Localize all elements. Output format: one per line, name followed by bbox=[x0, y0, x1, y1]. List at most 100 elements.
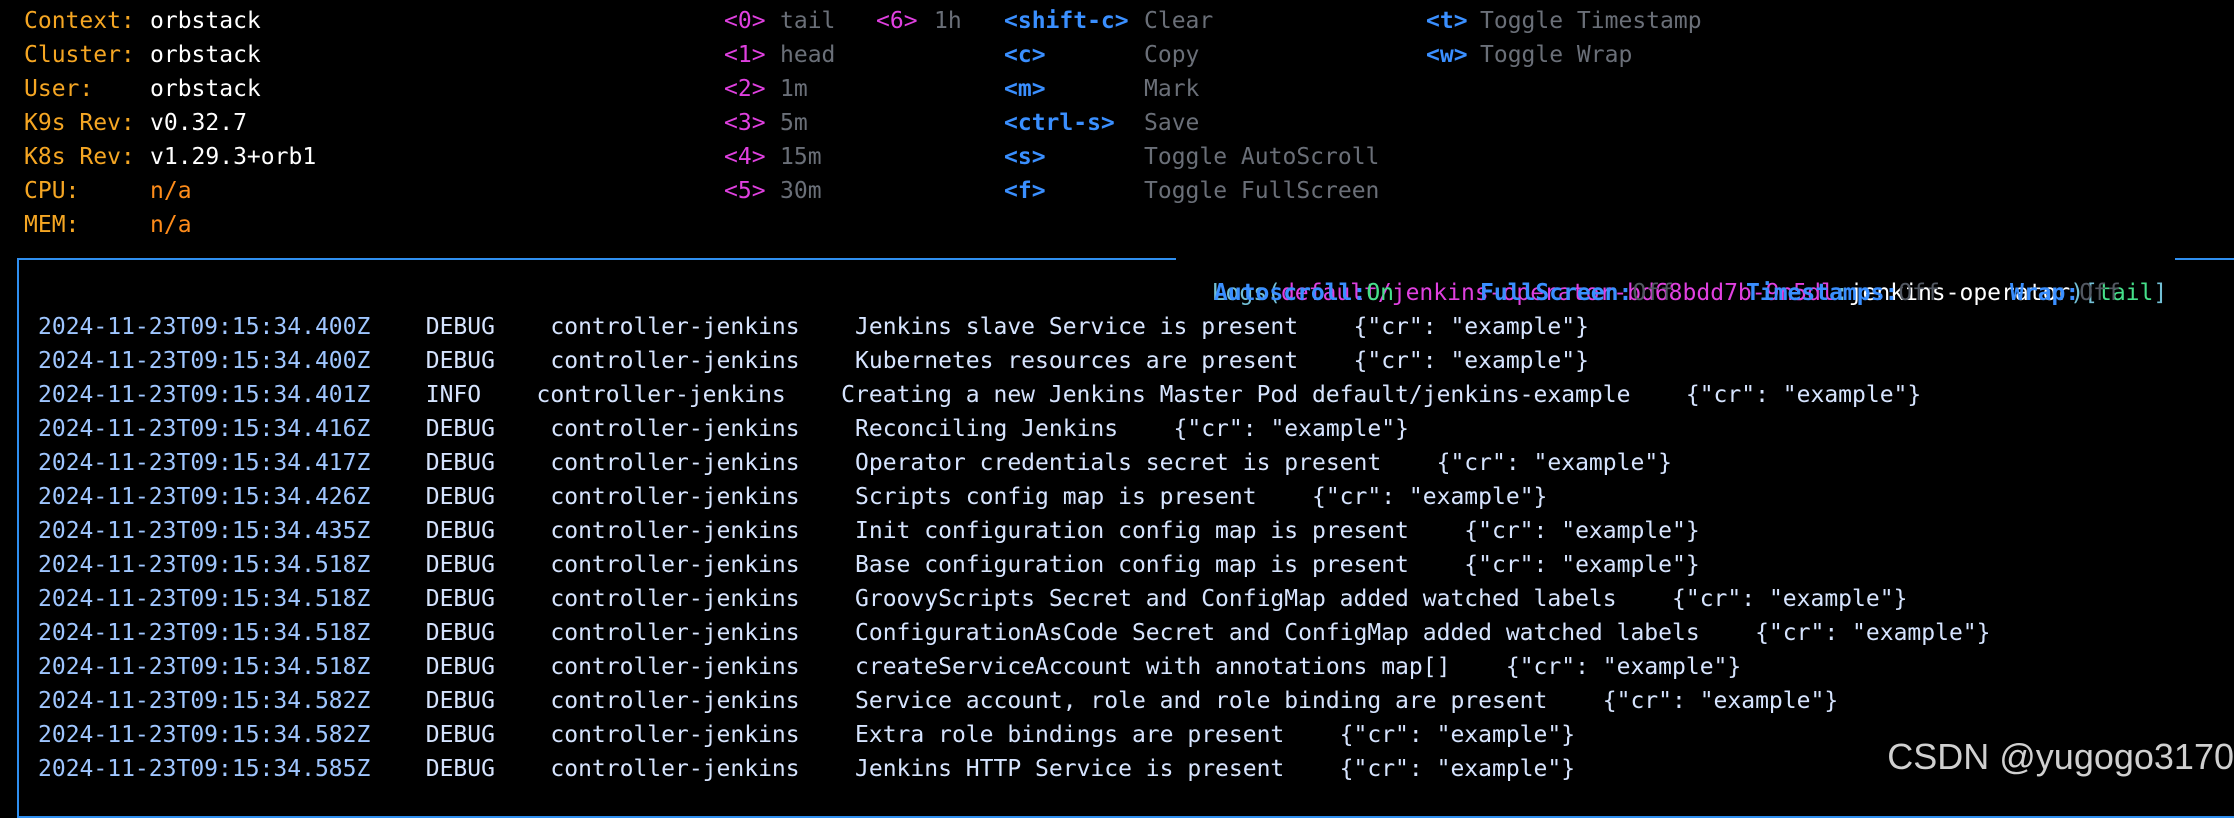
time-key[interactable]: <5> bbox=[724, 174, 766, 208]
log-message: Creating a new Jenkins Master Pod defaul… bbox=[841, 382, 1631, 408]
toggle-key[interactable]: <w> bbox=[1426, 38, 1468, 72]
time-key-label: 1m bbox=[780, 76, 808, 102]
log-context: {"cr": "example"} bbox=[1173, 416, 1409, 442]
action-key[interactable]: <f> bbox=[1004, 174, 1046, 208]
log-message: Base configuration config map is present bbox=[855, 552, 1409, 578]
log-line[interactable]: 2024-11-23T09:15:34.585Z DEBUG controlle… bbox=[38, 752, 1575, 786]
log-timestamp: 2024-11-23T09:15:34.435Z bbox=[38, 518, 371, 544]
log-logger: controller-jenkins bbox=[550, 688, 800, 714]
time-key-label: tail bbox=[780, 8, 836, 34]
log-timestamp: 2024-11-23T09:15:34.582Z bbox=[38, 688, 371, 714]
status-label: Wrap: bbox=[2010, 280, 2080, 306]
status-value: Off bbox=[2079, 280, 2121, 306]
action-key[interactable]: <m> bbox=[1004, 72, 1046, 106]
time-key[interactable]: <2> bbox=[724, 72, 766, 106]
log-context: {"cr": "example"} bbox=[1685, 382, 1922, 408]
log-line[interactable]: 2024-11-23T09:15:34.518Z DEBUG controlle… bbox=[38, 548, 1700, 582]
log-line[interactable]: 2024-11-23T09:15:34.518Z DEBUG controlle… bbox=[38, 582, 1907, 616]
time-key-label: head bbox=[780, 42, 836, 68]
action-key[interactable]: <shift-c> bbox=[1004, 4, 1129, 38]
action-key[interactable]: <s> bbox=[1004, 140, 1046, 174]
log-line[interactable]: 2024-11-23T09:15:34.582Z DEBUG controlle… bbox=[38, 718, 1575, 752]
log-logger: controller-jenkins bbox=[550, 416, 800, 442]
log-line[interactable]: 2024-11-23T09:15:34.417Z DEBUG controlle… bbox=[38, 446, 1672, 480]
status-label: FullScreen: bbox=[1480, 280, 1633, 306]
status-label: Timestamps: bbox=[1746, 280, 1899, 306]
log-line[interactable]: 2024-11-23T09:15:34.416Z DEBUG controlle… bbox=[38, 412, 1409, 446]
log-level: DEBUG bbox=[425, 552, 495, 578]
log-message: ConfigurationAsCode Secret and ConfigMap… bbox=[855, 620, 1700, 646]
log-logger: controller-jenkins bbox=[550, 314, 800, 340]
log-timestamp: 2024-11-23T09:15:34.582Z bbox=[38, 722, 371, 748]
log-timestamp: 2024-11-23T09:15:34.518Z bbox=[38, 586, 371, 612]
toggle-key-label: Toggle Wrap bbox=[1480, 42, 1633, 68]
log-message: Kubernetes resources are present bbox=[855, 348, 1299, 374]
log-timestamp: 2024-11-23T09:15:34.401Z bbox=[38, 382, 371, 408]
log-line[interactable]: 2024-11-23T09:15:34.435Z DEBUG controlle… bbox=[38, 514, 1700, 548]
status-value: On bbox=[1366, 280, 1395, 306]
toggle-key-label: Toggle Timestamp bbox=[1480, 8, 1702, 34]
action-key-label: Save bbox=[1144, 110, 1200, 136]
log-level: DEBUG bbox=[425, 348, 495, 374]
log-line[interactable]: 2024-11-23T09:15:34.582Z DEBUG controlle… bbox=[38, 684, 1838, 718]
time-key-label: 30m bbox=[780, 178, 822, 204]
log-message: createServiceAccount with annotations ma… bbox=[855, 654, 1451, 680]
time-key[interactable]: <4> bbox=[724, 140, 766, 174]
log-line[interactable]: 2024-11-23T09:15:34.400Z DEBUG controlle… bbox=[38, 310, 1589, 344]
time-key[interactable]: <1> bbox=[724, 38, 766, 72]
log-line[interactable]: 2024-11-23T09:15:34.426Z DEBUG controlle… bbox=[38, 480, 1547, 514]
log-level: DEBUG bbox=[425, 416, 495, 442]
time-key[interactable]: <3> bbox=[724, 106, 766, 140]
log-logger: controller-jenkins bbox=[550, 654, 800, 680]
info-value: v1.29.3+orb1 bbox=[150, 144, 317, 170]
log-context: {"cr": "example"} bbox=[1755, 620, 1991, 646]
log-logger: controller-jenkins bbox=[550, 756, 800, 782]
log-logger: controller-jenkins bbox=[550, 484, 800, 510]
log-level: DEBUG bbox=[425, 518, 495, 544]
log-logger: controller-jenkins bbox=[550, 552, 800, 578]
info-label: Context: bbox=[24, 8, 135, 34]
info-label: K9s Rev: bbox=[24, 110, 135, 136]
time-key[interactable]: <0> bbox=[724, 4, 766, 38]
log-line[interactable]: 2024-11-23T09:15:34.518Z DEBUG controlle… bbox=[38, 650, 1741, 684]
info-value: orbstack bbox=[150, 42, 261, 68]
log-context: {"cr": "example"} bbox=[1339, 722, 1576, 748]
log-line[interactable]: 2024-11-23T09:15:34.401Z INFO controller… bbox=[38, 378, 1921, 412]
time-key[interactable]: <6> bbox=[876, 4, 918, 38]
action-key[interactable]: <c> bbox=[1004, 38, 1046, 72]
info-value: n/a bbox=[150, 212, 192, 238]
log-context: {"cr": "example"} bbox=[1339, 756, 1576, 782]
log-context: {"cr": "example"} bbox=[1353, 314, 1589, 340]
log-logger: controller-jenkins bbox=[550, 348, 800, 374]
action-key[interactable]: <ctrl-s> bbox=[1004, 106, 1115, 140]
log-line[interactable]: 2024-11-23T09:15:34.400Z DEBUG controlle… bbox=[38, 344, 1589, 378]
toggle-key[interactable]: <t> bbox=[1426, 4, 1468, 38]
log-line[interactable]: 2024-11-23T09:15:34.518Z DEBUG controlle… bbox=[38, 616, 1991, 650]
